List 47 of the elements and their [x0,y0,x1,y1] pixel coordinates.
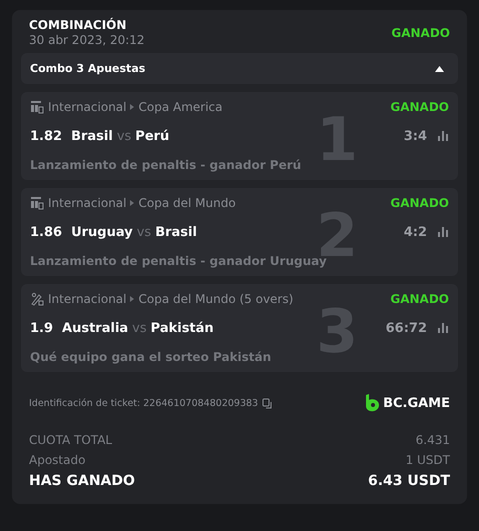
stats-icon[interactable] [437,131,449,141]
home-team: Australia [62,320,128,336]
bet-category: Internacional [48,100,126,114]
bet-market: Lanzamiento de penaltis - ganador Perú [30,158,302,172]
brand-name: BC.GAME [383,396,450,410]
combo-toggle[interactable]: Combo 3 Apuestas [21,53,458,84]
bet-status: GANADO [390,196,449,210]
summary-label: CUOTA TOTAL [29,433,112,447]
slip-status: GANADO [391,26,450,40]
bet-category: Internacional [48,292,126,306]
bet-status: GANADO [390,292,449,306]
versus-label: vs [116,128,132,144]
versus-label: vs [136,224,152,240]
ticket-id: Identificación de ticket: 2264610708480209383 [29,398,258,408]
bet-odds: 1.9 [30,320,54,336]
bet-market: Lanzamiento de penaltis - ganador Uruguay [30,254,327,268]
summary-label: Apostado [29,453,86,467]
slip-date: 30 abr 2023, 20:12 [29,33,145,47]
copy-icon[interactable] [262,398,274,408]
chevron-icon [130,200,134,206]
away-team: Brasil [155,224,197,240]
bet-category: Internacional [48,196,126,210]
summary-value: 6.431 [416,433,450,447]
bet-score: 3:4 [404,128,427,144]
brand-logo-icon [365,394,380,412]
bet-odds: 1.86 [30,224,62,240]
slip-title: COMBINACIÓN [29,18,128,32]
bet-league: Copa del Mundo [138,196,236,210]
home-team: Brasil [71,128,113,144]
away-team: Pakistán [150,320,214,336]
summary-label: HAS GANADO [29,473,135,489]
bet-score: 4:2 [404,224,427,240]
bet-status: GANADO [390,100,449,114]
stats-icon[interactable] [437,227,449,237]
bet-league: Copa America [138,100,222,114]
summary-value: 6.43 USDT [368,473,450,489]
bet-odds: 1.82 [30,128,62,144]
versus-label: vs [132,320,147,336]
home-team: Uruguay [71,224,133,240]
summary-value: 1 USDT [406,453,450,467]
stats-icon[interactable] [437,323,449,333]
bet-score: 66:72 [386,320,427,336]
chevron-icon [130,104,134,110]
bet-league: Copa del Mundo (5 overs) [138,292,294,306]
away-team: Perú [135,128,170,144]
chevron-icon [130,296,134,302]
bet-market: Qué equipo gana el sorteo Pakistán [30,350,272,364]
